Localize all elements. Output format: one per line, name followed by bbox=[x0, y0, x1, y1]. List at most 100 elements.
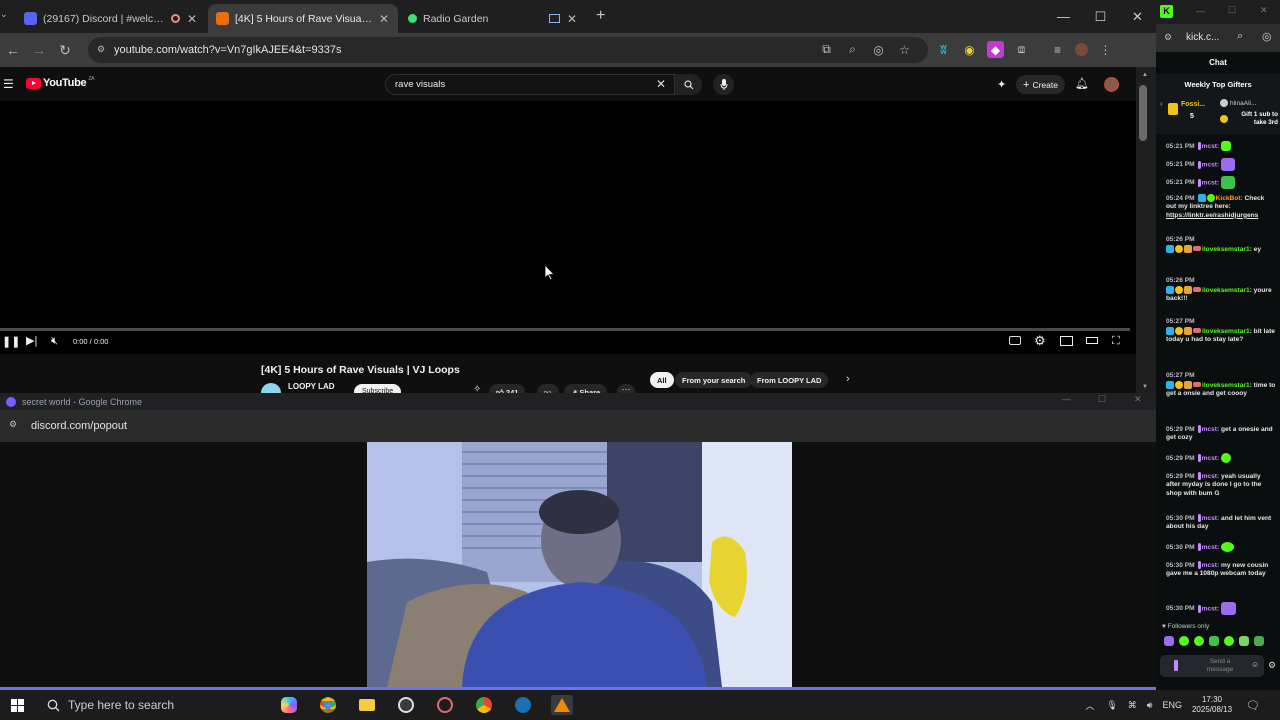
taskbar-search-box[interactable]: Type here to search bbox=[35, 690, 275, 720]
extension-translate-icon[interactable]: ʬ bbox=[935, 41, 952, 58]
notifications-bell-icon[interactable]: 🔔︎ bbox=[1075, 77, 1089, 90]
chip-all[interactable]: All bbox=[650, 372, 674, 388]
file-explorer-icon[interactable] bbox=[356, 695, 378, 715]
volume-icon[interactable]: 🔊︎ bbox=[1147, 700, 1153, 711]
hamburger-menu-icon[interactable]: ☰ bbox=[3, 77, 14, 91]
windows-start-button[interactable] bbox=[11, 699, 24, 712]
emote-icon[interactable] bbox=[1209, 636, 1219, 646]
video-progress-bar[interactable] bbox=[0, 328, 1130, 331]
kick-address-bar[interactable]: ⚙ kick.c... ⌕ ◎ bbox=[1156, 24, 1280, 52]
new-tab-button[interactable]: + bbox=[596, 7, 605, 25]
emote-icon[interactable] bbox=[1194, 636, 1204, 646]
back-icon[interactable]: ← bbox=[0, 42, 26, 58]
gift-sub-cta[interactable]: Gift 1 sub to take 3rd bbox=[1232, 111, 1278, 126]
message-user[interactable]: mcst: bbox=[1202, 143, 1220, 150]
profile-avatar[interactable] bbox=[1075, 43, 1088, 56]
tab-radio-garden[interactable]: Radio Garden ✕ bbox=[400, 4, 586, 33]
youtube-logo[interactable]: YouTube ZA bbox=[26, 76, 94, 89]
obs-app-icon[interactable] bbox=[395, 695, 417, 715]
message-user[interactable]: mcst: bbox=[1202, 605, 1220, 612]
emote-icon[interactable] bbox=[1224, 636, 1234, 646]
reload-icon[interactable]: ↻ bbox=[52, 42, 78, 59]
voice-search-button[interactable] bbox=[713, 74, 734, 95]
taskbar-clock[interactable]: 17:30 2025/08/13 bbox=[1192, 695, 1232, 715]
close-tab-icon[interactable]: ✕ bbox=[378, 12, 390, 26]
message-user[interactable]: mcst: bbox=[1202, 179, 1220, 186]
emote-icon[interactable] bbox=[1164, 636, 1174, 646]
settings-gear-icon[interactable]: ⚙ bbox=[1034, 333, 1046, 349]
message-user[interactable]: iloveksemstar1 bbox=[1202, 245, 1250, 252]
gifter-1-name[interactable]: Fossi... bbox=[1181, 101, 1205, 108]
subtitles-button[interactable] bbox=[1009, 336, 1021, 345]
message-user[interactable]: mcst: bbox=[1202, 161, 1220, 168]
chips-next-chevron-icon[interactable]: › bbox=[846, 373, 850, 385]
gifters-prev-chevron-icon[interactable]: ‹ bbox=[1160, 99, 1163, 108]
tab-search-icon[interactable]: ⌄ bbox=[0, 9, 10, 20]
chrome-menu-icon[interactable]: ⋮ bbox=[1097, 41, 1114, 58]
scroll-down-arrow-icon[interactable]: ▼ bbox=[1142, 384, 1148, 390]
tracking-off-icon[interactable]: ◎ bbox=[1262, 30, 1272, 43]
next-button[interactable]: ▶︎| bbox=[26, 334, 37, 347]
message-user[interactable]: mcst: bbox=[1202, 562, 1220, 569]
bookmark-star-icon[interactable]: ☆ bbox=[896, 41, 913, 58]
kick-close-button[interactable]: ✕ bbox=[1260, 5, 1268, 16]
miniplayer-button[interactable] bbox=[1060, 336, 1073, 346]
popout-close-button[interactable]: ✕ bbox=[1134, 394, 1142, 405]
network-icon[interactable]: ⌘ bbox=[1128, 700, 1137, 711]
microphone-tray-icon[interactable]: 🎙︎ bbox=[1106, 700, 1117, 711]
chat-message-input[interactable]: Send a message ☺ bbox=[1160, 655, 1264, 677]
install-icon[interactable]: ⧉ bbox=[818, 41, 835, 58]
vlc-app-icon[interactable] bbox=[551, 695, 573, 715]
clear-search-icon[interactable]: ✕ bbox=[656, 77, 666, 91]
minimize-button[interactable]: — bbox=[1045, 0, 1082, 33]
message-user[interactable]: iloveksemstar1 bbox=[1202, 381, 1250, 388]
snipping-tool-icon[interactable] bbox=[434, 695, 456, 715]
copilot-app-icon[interactable] bbox=[278, 695, 300, 715]
theater-mode-button[interactable] bbox=[1086, 337, 1098, 344]
site-info-icon[interactable]: ⚙ bbox=[97, 44, 105, 55]
media-controls-icon[interactable]: ≡ bbox=[1049, 41, 1066, 58]
scrollbar-thumb[interactable] bbox=[1139, 85, 1147, 141]
chrome-app-icon[interactable] bbox=[317, 695, 339, 715]
forward-icon[interactable]: → bbox=[26, 42, 52, 58]
message-user[interactable]: iloveksemstar1 bbox=[1202, 327, 1250, 334]
scroll-up-arrow-icon[interactable]: ▲ bbox=[1142, 72, 1148, 78]
message-user[interactable]: mcst: bbox=[1202, 426, 1220, 433]
webcam-video[interactable] bbox=[367, 442, 792, 687]
tracking-off-icon[interactable]: ◎ bbox=[870, 41, 887, 58]
fullscreen-button[interactable]: ⛶ bbox=[1112, 335, 1120, 348]
site-info-icon[interactable]: ⚙ bbox=[9, 419, 17, 430]
kick-minimize-button[interactable]: — bbox=[1196, 6, 1205, 16]
emote-icon[interactable] bbox=[1254, 636, 1264, 646]
message-user[interactable]: mcst: bbox=[1202, 515, 1220, 522]
create-button[interactable]: + Create bbox=[1016, 75, 1065, 94]
youtube-search-button[interactable] bbox=[675, 74, 702, 95]
chrome-profile-app-icon[interactable] bbox=[473, 695, 495, 715]
maximize-button[interactable]: ☐ bbox=[1082, 0, 1119, 33]
pause-button[interactable]: ❚❚ bbox=[2, 335, 20, 348]
kick-maximize-button[interactable]: ☐ bbox=[1228, 5, 1236, 16]
gemini-sparkle-icon[interactable]: ✦ bbox=[997, 78, 1006, 91]
youtube-search-input[interactable]: rave visuals bbox=[385, 74, 675, 95]
close-tab-icon[interactable]: ✕ bbox=[566, 12, 578, 26]
emote-icon[interactable] bbox=[1179, 636, 1189, 646]
extensions-puzzle-icon[interactable]: ⧈ bbox=[1013, 41, 1030, 58]
extension-coin-icon[interactable]: ◉ bbox=[961, 41, 978, 58]
message-user[interactable]: mcst: bbox=[1202, 544, 1220, 551]
chip-from-your-search[interactable]: From your search bbox=[675, 372, 753, 388]
tab-discord[interactable]: (29167) Discord | #welcome ✕ bbox=[16, 4, 206, 33]
popout-url-bar[interactable]: ⚙ discord.com/popout bbox=[0, 410, 1156, 442]
channel-name[interactable]: LOOPY LAD bbox=[288, 382, 335, 391]
show-hidden-icons-chevron-icon[interactable]: ︿ bbox=[1085, 699, 1094, 712]
zoom-icon[interactable]: ⌕ bbox=[844, 41, 861, 58]
zoom-icon[interactable]: ⌕ bbox=[1237, 30, 1243, 43]
account-avatar[interactable] bbox=[1104, 77, 1119, 92]
video-player[interactable] bbox=[0, 101, 1136, 354]
close-tab-icon[interactable]: ✕ bbox=[186, 12, 198, 26]
popout-maximize-button[interactable]: ☐ bbox=[1098, 394, 1106, 405]
emoji-picker-icon[interactable]: ☺ bbox=[1251, 661, 1259, 669]
tab-youtube[interactable]: [4K] 5 Hours of Rave Visuals | V ✕ bbox=[208, 4, 398, 33]
chip-from-channel[interactable]: From LOOPY LAD bbox=[750, 372, 829, 388]
steam-app-icon[interactable] bbox=[512, 695, 534, 715]
mute-icon[interactable]: 🔇︎ bbox=[51, 335, 58, 348]
